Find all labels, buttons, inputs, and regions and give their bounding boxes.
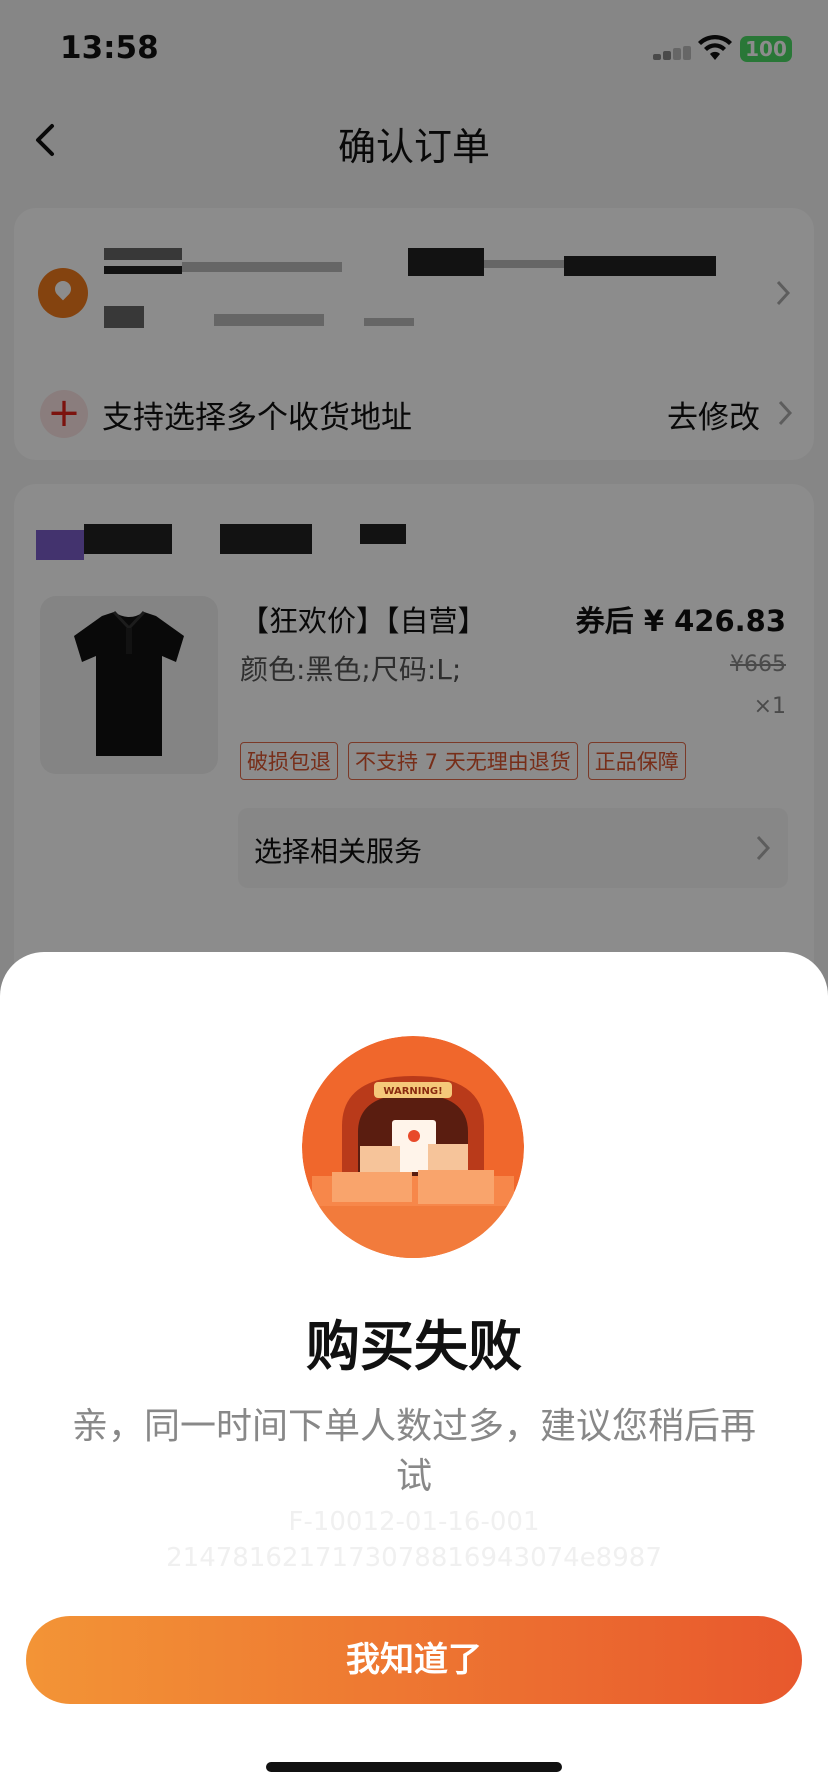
order-confirm-page: 13:58 100 确认订单 + 支持选择多个收货地址 去修改 【狂欢价】【自营… bbox=[0, 0, 828, 1792]
error-code-line: 2147816217173078816943074e8987 bbox=[166, 1543, 662, 1573]
dialog-message: 亲，同一时间下单人数过多，建议您稍后再试 bbox=[71, 1406, 756, 1497]
home-indicator bbox=[266, 1762, 562, 1772]
purchase-failed-sheet: WARNING! 购买失败 亲，同一时间下单人数过多，建议您稍后再试 F-100… bbox=[0, 952, 828, 1792]
acknowledge-button[interactable]: 我知道了 bbox=[26, 1616, 802, 1704]
warning-truck-illustration: WARNING! bbox=[302, 1036, 524, 1258]
error-code-line: F-10012-01-16-001 bbox=[288, 1507, 540, 1537]
warning-sign-text: WARNING! bbox=[383, 1086, 442, 1097]
dialog-title: 购买失败 bbox=[306, 1315, 522, 1378]
error-code: F-10012-01-16-001 2147816217173078816943… bbox=[0, 1504, 828, 1576]
